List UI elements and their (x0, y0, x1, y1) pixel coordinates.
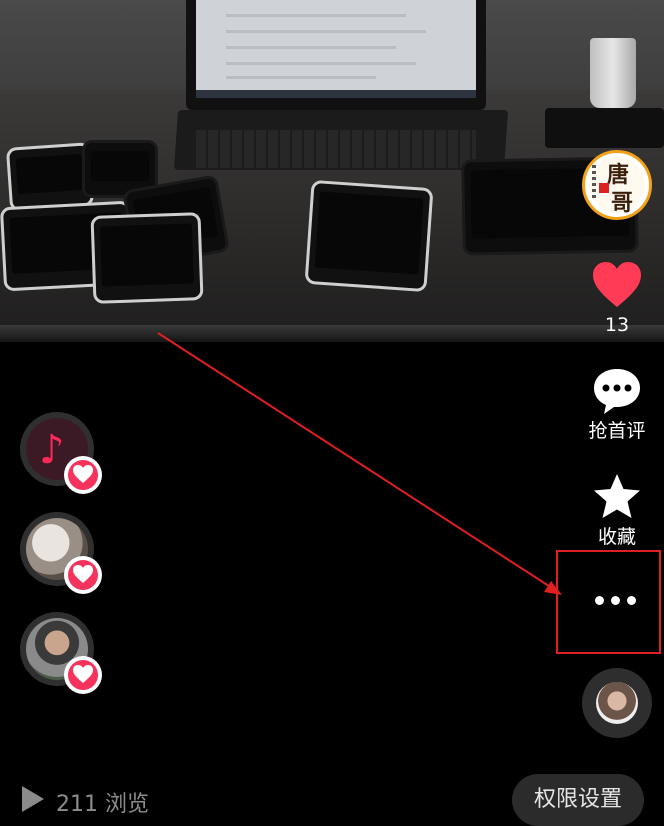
video-frame[interactable] (0, 0, 664, 342)
cup (590, 38, 636, 108)
user-avatar-item[interactable] (20, 512, 102, 594)
desk-edge (0, 325, 664, 342)
phone (90, 212, 204, 304)
laptop-keyboard (196, 130, 476, 168)
more-icon[interactable] (595, 596, 604, 605)
music-disc[interactable] (582, 668, 652, 738)
author-avatar[interactable]: 唐 哥 (582, 150, 652, 220)
comment-icon[interactable] (591, 366, 643, 416)
permission-settings-button[interactable]: 权限设置 (512, 774, 644, 826)
star-icon[interactable] (591, 472, 643, 522)
heart-icon[interactable] (591, 260, 643, 310)
like-count: 13 (604, 314, 630, 336)
heart-icon (73, 565, 93, 583)
heart-badge[interactable] (64, 556, 102, 594)
heart-badge[interactable] (64, 656, 102, 694)
user-avatar-item[interactable] (20, 612, 102, 694)
play-icon (22, 786, 44, 812)
phone (304, 179, 434, 293)
phone (5, 142, 95, 212)
more-button[interactable] (556, 550, 661, 654)
music-item[interactable]: ♪ (20, 412, 102, 494)
heart-icon (73, 465, 93, 483)
laptop-display (196, 0, 476, 98)
favorite-label[interactable]: 收藏 (575, 526, 659, 548)
views-count: 211 浏览 (56, 792, 149, 817)
heart-icon (73, 665, 93, 683)
music-note-icon: ♪ (39, 427, 65, 473)
more-icon-dot (627, 596, 636, 605)
more-icon-dot (611, 596, 620, 605)
heart-badge[interactable] (64, 456, 102, 494)
comment-label[interactable]: 抢首评 (575, 420, 659, 442)
tray (545, 108, 664, 148)
music-cover (596, 682, 638, 724)
